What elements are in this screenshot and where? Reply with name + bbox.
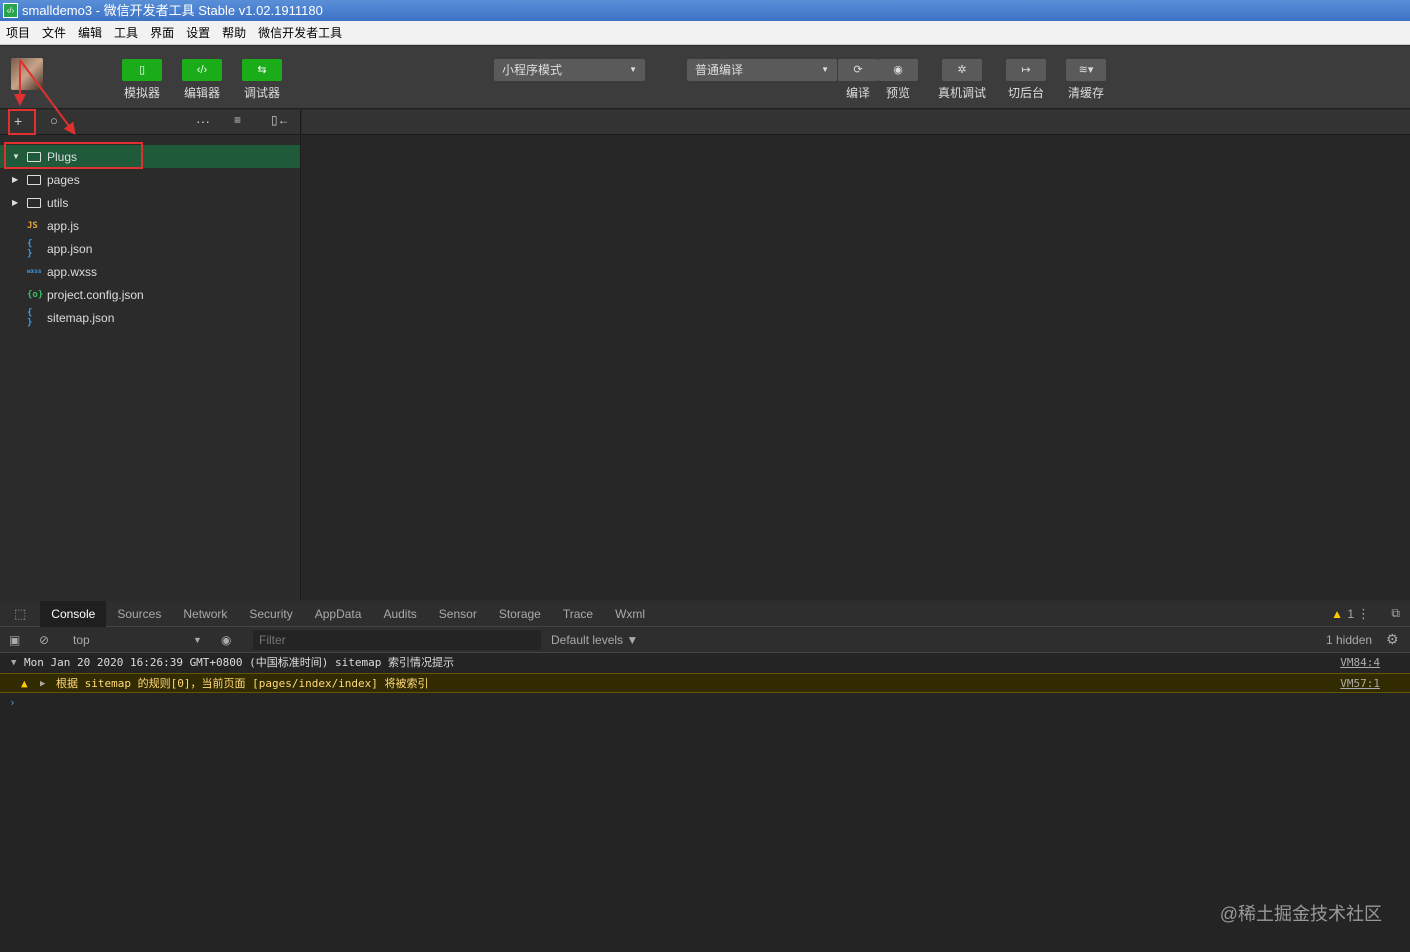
tab-trace[interactable]: Trace xyxy=(552,601,604,627)
tab-sources[interactable]: Sources xyxy=(106,601,172,627)
window-title: smalldemo3 - 微信开发者工具 Stable v1.02.191118… xyxy=(22,3,323,18)
tree-item-utils[interactable]: ▶ utils xyxy=(0,191,300,214)
hide-panel-icon[interactable]: ▯← xyxy=(271,113,290,127)
tab-audits[interactable]: Audits xyxy=(372,601,427,627)
tree-item-project-config[interactable]: ▶ {o} project.config.json xyxy=(0,283,300,306)
inspect-icon[interactable]: ⬚ xyxy=(0,606,40,622)
tab-appdata[interactable]: AppData xyxy=(304,601,373,627)
refresh-icon: ⟳ xyxy=(838,59,878,81)
clear-cache-button[interactable]: ≋▾ 清缓存 xyxy=(1061,59,1111,101)
tab-security[interactable]: Security xyxy=(238,601,303,627)
gear-icon[interactable]: ⚙ xyxy=(1386,631,1399,648)
layers-icon: ≋▾ xyxy=(1066,59,1106,81)
tree-item-app-wxss[interactable]: ▶ wxss app.wxss xyxy=(0,260,300,283)
json-file-icon: { } xyxy=(27,238,33,259)
config-file-icon: {o} xyxy=(27,289,44,300)
warning-icon[interactable]: ▲ xyxy=(1331,607,1343,621)
context-select[interactable]: top xyxy=(73,633,90,647)
log-levels-select[interactable]: Default levels ▼ xyxy=(551,633,638,647)
file-explorer: + ○ ··· ≡ ▯← ▼ Plugs ▶ pages ▶ utils ▶ J… xyxy=(0,110,301,600)
log-source-link[interactable]: VM84:4 xyxy=(1340,653,1380,673)
mode-select[interactable]: 小程序模式 ▼ xyxy=(494,59,645,81)
editor-tabs-bar xyxy=(302,110,1410,135)
eye-icon: ◉ xyxy=(878,59,918,81)
arrow-to-search xyxy=(19,59,76,135)
menu-bar: 项目 文件 编辑 工具 界面 设置 帮助 微信开发者工具 xyxy=(0,21,1410,45)
tab-network[interactable]: Network xyxy=(172,601,238,627)
undock-icon[interactable]: ⧉ xyxy=(1391,606,1400,621)
log-source-link[interactable]: VM57:1 xyxy=(1340,674,1380,694)
warning-icon: ▲ xyxy=(21,677,28,690)
filter-input[interactable] xyxy=(253,630,541,650)
collapse-all-icon[interactable]: ≡ xyxy=(234,113,241,127)
sidebar-toggle-icon[interactable]: ▣ xyxy=(9,633,20,647)
menu-item-settings[interactable]: 设置 xyxy=(186,24,210,41)
menu-item-project[interactable]: 项目 xyxy=(6,24,30,41)
chevron-down-icon: ▼ xyxy=(821,65,829,74)
log-group-row[interactable]: ▼ Mon Jan 20 2020 16:26:39 GMT+0800 (中国标… xyxy=(0,653,1410,673)
tab-storage[interactable]: Storage xyxy=(488,601,552,627)
remote-debug-button[interactable]: ✲ 真机调试 xyxy=(937,59,987,101)
editor-button[interactable]: ‹/› 编辑器 xyxy=(177,59,227,101)
compile-mode-select[interactable]: 普通编译 ▼ xyxy=(687,59,837,81)
devtools-tabs: ⬚ Console Sources Network Security AppDa… xyxy=(0,600,1410,627)
annotation-arrows xyxy=(14,59,76,135)
menu-item-file[interactable]: 文件 xyxy=(42,24,66,41)
chevron-down-icon[interactable]: ▼ xyxy=(193,635,202,645)
devtools-panel: ⬚ Console Sources Network Security AppDa… xyxy=(0,600,1410,952)
debugger-button[interactable]: ⇆ 调试器 xyxy=(237,59,287,101)
hidden-count: 1 hidden xyxy=(1326,633,1373,647)
caret-right-icon[interactable]: ▶ xyxy=(40,674,45,694)
eye-icon[interactable]: ◉ xyxy=(221,633,231,647)
menu-item-wechat-devtools[interactable]: 微信开发者工具 xyxy=(258,24,342,41)
tab-console[interactable]: Console xyxy=(40,600,107,627)
editor-area xyxy=(302,110,1410,600)
folder-icon xyxy=(27,174,41,185)
bug-icon: ✲ xyxy=(942,59,982,81)
watermark: @稀土掘金技术社区 xyxy=(1219,904,1382,924)
log-warning-row[interactable]: ▲ ▶ 根据 sitemap 的规则[0]，当前页面 [pages/index/… xyxy=(0,673,1410,693)
console-prompt[interactable]: › xyxy=(0,693,1410,713)
caret-right-icon[interactable]: ▶ xyxy=(12,175,22,184)
wxss-file-icon: wxss xyxy=(27,268,42,275)
menu-item-tools[interactable]: 工具 xyxy=(114,24,138,41)
phone-icon: ▯ xyxy=(122,59,162,81)
preview-button[interactable]: ◉ 预览 xyxy=(873,59,923,101)
caret-right-icon[interactable]: ▶ xyxy=(12,198,22,207)
tree-item-app-json[interactable]: ▶ { } app.json xyxy=(0,237,300,260)
tree-item-sitemap-json[interactable]: ▶ { } sitemap.json xyxy=(0,306,300,329)
main-toolbar: ▯ 模拟器 ‹/› 编辑器 ⇆ 调试器 小程序模式 ▼ 普通编译 ▼ ⟳ 编译 … xyxy=(0,46,1410,109)
tab-sensor[interactable]: Sensor xyxy=(428,601,488,627)
more-vertical-icon[interactable]: ⋮ xyxy=(1357,606,1370,622)
console-log: ▼ Mon Jan 20 2020 16:26:39 GMT+0800 (中国标… xyxy=(0,653,1410,713)
chevron-down-icon: ▼ xyxy=(629,65,637,74)
json-file-icon: { } xyxy=(27,307,33,328)
simulator-button[interactable]: ▯ 模拟器 xyxy=(117,59,167,101)
warning-count: 1 xyxy=(1347,607,1354,621)
js-file-icon: JS xyxy=(27,220,38,231)
tree-item-app-js[interactable]: ▶ JS app.js xyxy=(0,214,300,237)
app-icon: ‹/› xyxy=(3,3,18,18)
folder-icon xyxy=(27,197,41,208)
debug-icon: ⇆ xyxy=(242,59,282,81)
menu-item-help[interactable]: 帮助 xyxy=(222,24,246,41)
menu-item-edit[interactable]: 编辑 xyxy=(78,24,102,41)
more-icon[interactable]: ··· xyxy=(196,113,210,129)
tree-item-pages[interactable]: ▶ pages xyxy=(0,168,300,191)
menu-item-view[interactable]: 界面 xyxy=(150,24,174,41)
clear-console-icon[interactable]: ⊘ xyxy=(39,633,49,647)
console-filter-bar: ▣ ⊘ top ▼ ◉ Default levels ▼ 1 hidden ⚙ xyxy=(0,627,1410,653)
code-icon: ‹/› xyxy=(182,59,222,81)
window-titlebar: ‹/› smalldemo3 - 微信开发者工具 Stable v1.02.19… xyxy=(0,0,1410,21)
caret-down-icon[interactable]: ▼ xyxy=(11,653,16,673)
switch-icon: ↦ xyxy=(1006,59,1046,81)
highlight-box-plugs xyxy=(4,142,143,169)
tab-wxml[interactable]: Wxml xyxy=(604,601,656,627)
background-button[interactable]: ↦ 切后台 xyxy=(1001,59,1051,101)
